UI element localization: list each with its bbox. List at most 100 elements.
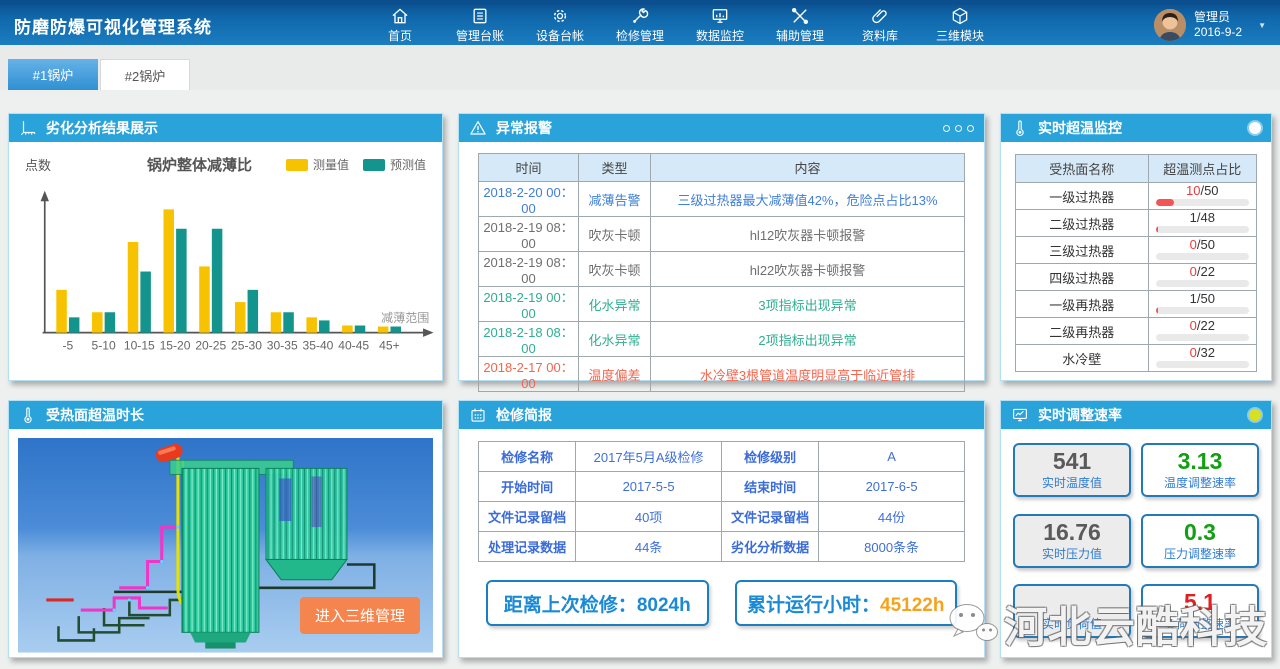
nav-item-assist[interactable]: 辅助管理 xyxy=(772,6,828,44)
status-light xyxy=(1249,122,1261,134)
panel-title: 实时超温监控 xyxy=(1038,118,1122,138)
overtemp-progress xyxy=(1156,361,1249,368)
top-bar: 防磨防爆可视化管理系统 首页管理台账设备台帐检修管理数据监控辅助管理资料库三维模… xyxy=(0,0,1280,45)
nav-item-module3d[interactable]: 三维模块 xyxy=(932,6,988,44)
nav-item-overhaul[interactable]: 检修管理 xyxy=(612,6,668,44)
alarm-row: 2018-2-19 00：00化水异常3项指标出现异常 xyxy=(479,287,965,322)
nav-item-equipment[interactable]: 设备台帐 xyxy=(532,6,588,44)
user-info: 管理员 2016-9-2 xyxy=(1194,10,1242,40)
overtemp-row: 一级再热器1/50 xyxy=(1016,291,1257,318)
ledger-icon xyxy=(469,6,491,26)
alarm-col-header: 类型 xyxy=(579,154,651,182)
overtemp-row: 四级过热器0/22 xyxy=(1016,264,1257,291)
alarm-row: 2018-2-17 00：00温度偏差水冷壁3根管道温度明显高于临近管排 xyxy=(479,357,965,392)
rate-card: 16.76实时压力值 xyxy=(1013,514,1131,568)
boiler-3d-viewport: 进入三维管理 xyxy=(9,429,442,662)
chart-area: 点数 锅炉整体减薄比 测量值预测值 -55-1010-1515-2020-252… xyxy=(9,142,442,380)
home-icon xyxy=(389,6,411,26)
alarm-pager-dots[interactable] xyxy=(943,125,974,132)
alarm-table-body: 2018-2-20 00：00减薄告警三级过热器最大减薄值42%，危险点占比13… xyxy=(479,182,965,392)
tab-boiler-1[interactable]: #1锅炉 xyxy=(8,59,98,90)
maintenance-row: 检修名称2017年5月A级检修检修级别A xyxy=(479,442,965,472)
overtemp-row: 水冷壁0/32 xyxy=(1016,345,1257,372)
user-date: 2016-9-2 xyxy=(1194,25,1242,40)
boiler-tabbar: #1锅炉 #2锅炉 xyxy=(0,45,1280,90)
monitor-icon xyxy=(709,6,731,26)
overtemp-row: 二级过热器1/48 xyxy=(1016,210,1257,237)
chevron-down-icon[interactable]: ▼ xyxy=(1258,21,1266,30)
panel-alarm-header: 异常报警 xyxy=(459,114,984,142)
overtemp-row: 二级再热器0/22 xyxy=(1016,318,1257,345)
maintenance-table-body: 检修名称2017年5月A级检修检修级别A开始时间2017-5-5结束时间2017… xyxy=(479,442,965,562)
overtemp-progress xyxy=(1156,199,1249,206)
user-name: 管理员 xyxy=(1194,10,1242,25)
alarm-row: 2018-2-19 08：00吹灰卡顿hl22吹灰器卡顿报警 xyxy=(479,252,965,287)
overtemp-row: 一级过热器10/50 xyxy=(1016,183,1257,210)
alarm-col-header: 内容 xyxy=(651,154,965,182)
legend-item: 测量值 xyxy=(286,156,349,173)
dashboard-grid: 劣化分析结果展示 点数 锅炉整体减薄比 测量值预测值 -55-1010-1515… xyxy=(8,113,1272,658)
alarm-row: 2018-2-19 08：00吹灰卡顿hl12吹灰器卡顿报警 xyxy=(479,217,965,252)
panel-3d-overtemp-duration: 受热面超温时长 xyxy=(8,400,443,658)
panel-3d-header: 受热面超温时长 xyxy=(9,401,442,429)
maintenance-buttons: 距离上次检修：8024h 累计运行小时：45122h xyxy=(478,580,965,626)
rate-card: 541实时温度值 xyxy=(1013,443,1131,497)
panel-maintenance-header: 检修简报 xyxy=(459,401,984,429)
panel-title: 受热面超温时长 xyxy=(46,405,144,425)
overtemp-col-header: 受热面名称 xyxy=(1016,155,1149,183)
wrench-icon xyxy=(629,6,651,26)
rate-cards-grid: 541实时温度值3.13温度调整速率16.76实时压力值0.3压力调整速率实时负… xyxy=(1001,429,1271,657)
chart-ylabel: 点数 xyxy=(25,155,51,174)
svg-text:35-40: 35-40 xyxy=(303,338,334,352)
maintenance-body: 检修名称2017年5月A级检修检修级别A开始时间2017-5-5结束时间2017… xyxy=(459,429,984,657)
maintenance-row: 文件记录留档40项文件记录留档44份 xyxy=(479,502,965,532)
alarm-table-wrap: 时间类型内容 2018-2-20 00：00减薄告警三级过热器最大减薄值42%，… xyxy=(459,142,984,403)
thermometer-icon xyxy=(19,406,37,424)
rate-card: 0.3压力调整速率 xyxy=(1141,514,1259,568)
alarm-table-header: 时间类型内容 xyxy=(479,154,965,182)
chart-title: 锅炉整体减薄比 xyxy=(147,154,252,175)
svg-text:45+: 45+ xyxy=(379,338,400,352)
svg-text:10-15: 10-15 xyxy=(124,338,155,352)
overtemp-table-header: 受热面名称超温测点占比 xyxy=(1016,155,1257,183)
nav-item-ledger[interactable]: 管理台账 xyxy=(452,6,508,44)
rate-card: 3.13温度调整速率 xyxy=(1141,443,1259,497)
maintenance-row: 开始时间2017-5-5结束时间2017-6-5 xyxy=(479,472,965,502)
overtemp-progress xyxy=(1156,253,1249,260)
panel-maintenance-brief: 检修简报 检修名称2017年5月A级检修检修级别A开始时间2017-5-5结束时… xyxy=(458,400,985,658)
panel-degradation-analysis: 劣化分析结果展示 点数 锅炉整体减薄比 测量值预测值 -55-1010-1515… xyxy=(8,113,443,381)
panel-degradation-header: 劣化分析结果展示 xyxy=(9,114,442,142)
gear-icon xyxy=(549,6,571,26)
nav-item-home[interactable]: 首页 xyxy=(372,6,428,44)
calendar-icon xyxy=(469,406,487,424)
user-menu[interactable]: 管理员 2016-9-2 ▼ xyxy=(1154,9,1266,41)
rate-card: 实时负荷值 xyxy=(1013,584,1131,638)
enter-3d-management-button[interactable]: 进入三维管理 xyxy=(300,597,420,634)
clip-icon xyxy=(869,6,891,26)
overtemp-table-body: 一级过热器10/50二级过热器1/48三级过热器0/50四级过热器0/22一级再… xyxy=(1016,183,1257,372)
alarm-row: 2018-2-18 08：00化水异常2项指标出现异常 xyxy=(479,322,965,357)
main-nav: 首页管理台账设备台帐检修管理数据监控辅助管理资料库三维模块 xyxy=(372,6,988,44)
maintenance-row: 处理记录数据44条劣化分析数据8000条条 xyxy=(479,532,965,562)
tab-boiler-2[interactable]: #2锅炉 xyxy=(100,59,190,90)
panel-overtemp-header: 实时超温监控 xyxy=(1001,114,1271,142)
svg-text:减薄范围: 减薄范围 xyxy=(381,310,429,325)
panel-overtemp-monitor: 实时超温监控 受热面名称超温测点占比 一级过热器10/50二级过热器1/48三级… xyxy=(1000,113,1272,381)
svg-text:25-30: 25-30 xyxy=(231,338,262,352)
alarm-table: 时间类型内容 2018-2-20 00：00减薄告警三级过热器最大减薄值42%，… xyxy=(478,153,965,392)
app-title: 防磨防爆可视化管理系统 xyxy=(14,13,212,38)
panel-title: 实时调整速率 xyxy=(1038,405,1122,425)
overtemp-progress xyxy=(1156,307,1249,314)
panel-title: 检修简报 xyxy=(496,405,552,425)
svg-text:40-45: 40-45 xyxy=(338,338,369,352)
nav-item-monitoring[interactable]: 数据监控 xyxy=(692,6,748,44)
nav-item-library[interactable]: 资料库 xyxy=(852,6,908,44)
total-running-hours-button[interactable]: 累计运行小时：45122h xyxy=(735,580,958,626)
since-last-overhaul-button[interactable]: 距离上次检修：8024h xyxy=(486,580,709,626)
svg-text:5-10: 5-10 xyxy=(92,338,116,352)
maintenance-table: 检修名称2017年5月A级检修检修级别A开始时间2017-5-5结束时间2017… xyxy=(478,441,965,562)
ruler-chart-icon xyxy=(19,119,37,137)
svg-text:30-35: 30-35 xyxy=(267,338,298,352)
overtemp-table-wrap: 受热面名称超温测点占比 一级过热器10/50二级过热器1/48三级过热器0/50… xyxy=(1001,142,1271,384)
panel-adjust-rate: 实时调整速率 541实时温度值3.13温度调整速率16.76实时压力值0.3压力… xyxy=(1000,400,1272,658)
